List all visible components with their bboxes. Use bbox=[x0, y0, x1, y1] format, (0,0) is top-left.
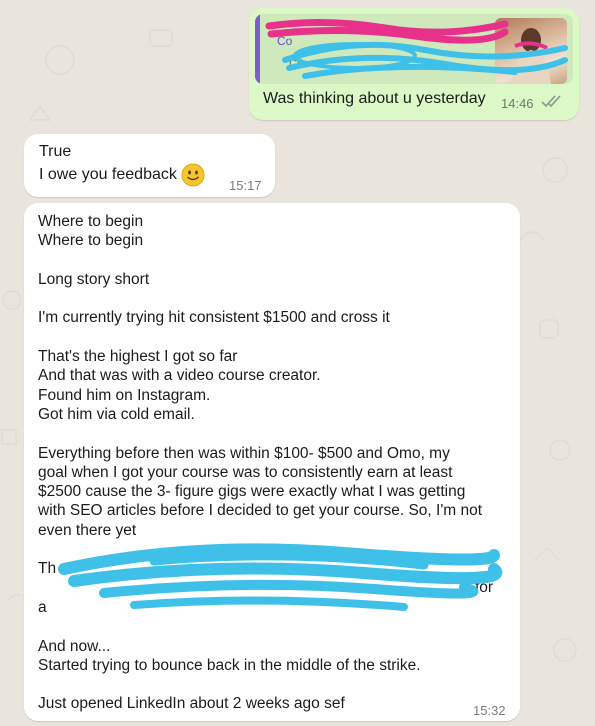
message-text-line: Found him on Instagram. bbox=[38, 386, 211, 404]
message-text-line: Where to begin bbox=[38, 232, 144, 250]
quoted-reply[interactable]: Co Co bbox=[255, 14, 573, 84]
message-text-line: And now... bbox=[38, 637, 111, 655]
message-text-line: I'm currently trying hit consistent $150… bbox=[38, 309, 390, 327]
message-text: Was thinking about u yesterday bbox=[263, 90, 486, 107]
message-text-line: Where to begin bbox=[38, 213, 144, 230]
double-check-icon bbox=[541, 95, 561, 108]
message-text-line: Got him via cold email. bbox=[38, 405, 195, 423]
message-text-line: That's the highest I got so far bbox=[38, 348, 238, 366]
pink-redaction-scribble bbox=[265, 18, 509, 44]
smiling-emoji-icon bbox=[181, 163, 205, 187]
message-text-line: $2500 cause the 3- figure gigs were exac… bbox=[38, 483, 466, 501]
incoming-message[interactable]: Where to begin Where to begin Long story… bbox=[24, 203, 520, 721]
quote-preview-text: Co bbox=[289, 58, 304, 70]
incoming-message[interactable]: True I owe you feedback 15:17 bbox=[24, 134, 275, 197]
message-body: Where to begin Where to begin Long story… bbox=[38, 212, 514, 714]
message-text-line: with SEO articles before I decided to ge… bbox=[38, 502, 483, 520]
message-text-line: even there yet bbox=[38, 521, 137, 539]
message-timestamp: 14:46 bbox=[501, 96, 534, 111]
message-timestamp: 15:17 bbox=[229, 178, 262, 193]
message-text-line: True bbox=[39, 143, 72, 160]
message-text-line: Everything before then was within $100- … bbox=[38, 444, 450, 462]
message-text-fragment: for bbox=[475, 579, 494, 596]
message-text-line: Started trying to bounce back in the mid… bbox=[38, 656, 421, 674]
quote-thumbnail-image bbox=[495, 18, 567, 84]
outgoing-message[interactable]: Co Co Was thinking about u yesterday 14:… bbox=[249, 8, 579, 120]
message-timestamp: 15:32 bbox=[473, 703, 506, 718]
message-text-line: Long story short bbox=[38, 270, 150, 288]
message-text-line: I owe you feedback bbox=[39, 166, 177, 183]
quote-sender-name: Co bbox=[277, 34, 293, 48]
message-text-line: Just opened LinkedIn about 2 weeks ago s… bbox=[38, 695, 345, 713]
quote-accent-bar bbox=[255, 14, 260, 84]
message-text-line: goal when I got your course was to consi… bbox=[38, 463, 453, 481]
message-text-line: Th bbox=[38, 560, 57, 578]
message-text-line: And that was with a video course creator… bbox=[38, 367, 321, 385]
message-text-line: a bbox=[38, 598, 47, 616]
